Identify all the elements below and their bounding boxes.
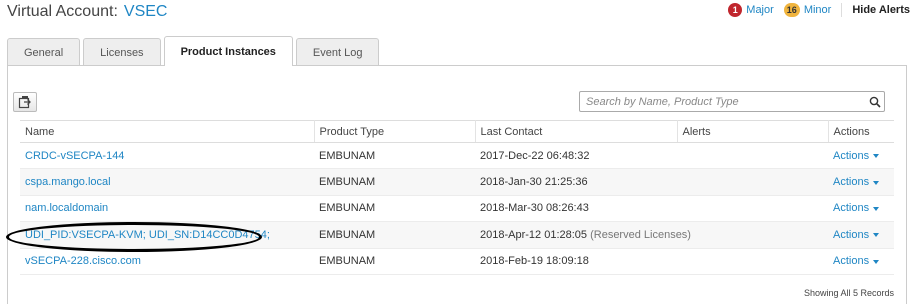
major-alert-badge: 1 — [728, 3, 743, 17]
last-contact-value: 2018-Feb-19 18:09:18 — [480, 255, 589, 268]
table-row: CRDC-vSECPA-144 EMBUNAM 2017-Dec-22 06:4… — [20, 142, 894, 170]
caret-down-icon — [873, 206, 880, 211]
records-count: Showing All 5 Records — [803, 288, 894, 298]
row-alerts — [677, 142, 828, 170]
row-actions-cell: Actions — [828, 248, 894, 275]
actions-label: Actions — [833, 255, 870, 268]
actions-dropdown[interactable]: Actions — [833, 149, 880, 162]
instances-table: Name Product Type Last Contact Alerts Ac… — [20, 120, 894, 275]
hide-alerts-button[interactable]: Hide Alerts — [852, 4, 910, 16]
major-alert-label[interactable]: Major — [746, 4, 774, 16]
last-contact-value: 2017-Dec-22 06:48:32 — [480, 149, 590, 162]
export-button[interactable] — [13, 92, 37, 112]
tab-licenses[interactable]: Licenses — [83, 38, 161, 66]
tab-general[interactable]: General — [7, 38, 81, 66]
row-alerts — [677, 195, 828, 223]
row-name-cell: UDI_PID:VSECPA-KVM; UDI_SN:D14CC0D4754; — [20, 221, 314, 249]
actions-label: Actions — [833, 149, 870, 162]
toolbar — [13, 90, 885, 114]
row-product-type: EMBUNAM — [314, 221, 475, 249]
last-contact-value: 2018-Apr-12 01:28:05 — [480, 228, 588, 241]
instance-name-link[interactable]: nam.localdomain — [25, 202, 108, 214]
row-name-cell: cspa.mango.local — [20, 168, 314, 196]
instance-name-link[interactable]: vSECPA-228.cisco.com — [25, 255, 141, 267]
column-header-last-contact[interactable]: Last Contact — [475, 120, 678, 143]
row-name-cell: nam.localdomain — [20, 195, 314, 223]
major-alerts[interactable]: 1 Major — [728, 3, 774, 17]
virtual-account-name[interactable]: VSEC — [124, 3, 168, 21]
search-icon[interactable] — [866, 92, 884, 111]
alerts-bar: 1 Major 16 Minor Hide Alerts — [728, 2, 910, 18]
row-product-type: EMBUNAM — [314, 195, 475, 223]
instance-name-link[interactable]: CRDC-vSECPA-144 — [25, 150, 124, 162]
minor-alert-badge: 16 — [783, 3, 800, 17]
export-icon — [18, 96, 31, 109]
row-alerts — [677, 168, 828, 196]
row-actions-cell: Actions — [828, 142, 894, 170]
actions-label: Actions — [833, 228, 870, 241]
row-name-cell: vSECPA-228.cisco.com — [20, 248, 314, 275]
row-name-cell: CRDC-vSECPA-144 — [20, 142, 314, 170]
tab-event-log[interactable]: Event Log — [295, 38, 380, 66]
table-row: nam.localdomain EMBUNAM 2018-Mar-30 08:2… — [20, 195, 894, 223]
page-title: Virtual Account: — [7, 3, 118, 20]
minor-alerts[interactable]: 16 Minor — [783, 3, 832, 17]
column-header-product-type[interactable]: Product Type — [314, 120, 476, 143]
column-header-alerts[interactable]: Alerts — [677, 120, 829, 143]
instance-name-link[interactable]: cspa.mango.local — [25, 176, 111, 188]
actions-dropdown[interactable]: Actions — [833, 228, 880, 241]
actions-label: Actions — [833, 202, 870, 215]
row-last-contact: 2018-Mar-30 08:26:43 — [475, 195, 677, 223]
row-alerts — [677, 248, 828, 275]
column-header-name[interactable]: Name — [20, 120, 315, 143]
row-last-contact: 2018-Jan-30 21:25:36 — [475, 168, 677, 196]
caret-down-icon — [873, 180, 880, 185]
tab-product-instances[interactable]: Product Instances — [163, 36, 293, 66]
row-last-contact: 2017-Dec-22 06:48:32 — [475, 142, 677, 170]
row-alerts — [677, 221, 828, 249]
caret-down-icon — [873, 233, 880, 238]
row-product-type: EMBUNAM — [314, 142, 475, 170]
minor-alert-label[interactable]: Minor — [804, 4, 832, 16]
alerts-divider — [841, 3, 843, 17]
search-input[interactable] — [580, 92, 866, 111]
actions-dropdown[interactable]: Actions — [833, 255, 880, 268]
search-box[interactable] — [579, 91, 885, 112]
row-product-type: EMBUNAM — [314, 168, 475, 196]
row-actions-cell: Actions — [828, 168, 894, 196]
last-contact-value: 2018-Jan-30 21:25:36 — [480, 176, 588, 189]
table-header-row: Name Product Type Last Contact Alerts Ac… — [20, 120, 894, 143]
row-last-contact: 2018-Apr-12 01:28:05 (Reserved Licenses) — [475, 221, 691, 249]
row-product-type: EMBUNAM — [314, 248, 475, 275]
instance-name-link[interactable]: UDI_PID:VSECPA-KVM; UDI_SN:D14CC0D4754; — [25, 229, 270, 241]
row-actions-cell: Actions — [828, 195, 894, 223]
table-row: cspa.mango.local EMBUNAM 2018-Jan-30 21:… — [20, 168, 894, 196]
table-row: vSECPA-228.cisco.com EMBUNAM 2018-Feb-19… — [20, 248, 894, 275]
actions-dropdown[interactable]: Actions — [833, 202, 880, 215]
caret-down-icon — [873, 154, 880, 159]
row-actions-cell: Actions — [828, 221, 894, 249]
caret-down-icon — [873, 259, 880, 264]
last-contact-value: 2018-Mar-30 08:26:43 — [480, 202, 589, 215]
row-last-contact: 2018-Feb-19 18:09:18 — [475, 248, 677, 275]
column-header-actions: Actions — [828, 120, 894, 143]
page-header: Virtual Account: VSEC — [7, 3, 167, 25]
actions-label: Actions — [833, 176, 870, 189]
tab-bar: General Licenses Product Instances Event… — [7, 36, 382, 66]
actions-dropdown[interactable]: Actions — [833, 176, 880, 189]
reserved-licenses-note: (Reserved Licenses) — [590, 228, 691, 241]
table-row: UDI_PID:VSECPA-KVM; UDI_SN:D14CC0D4754; … — [20, 221, 894, 249]
